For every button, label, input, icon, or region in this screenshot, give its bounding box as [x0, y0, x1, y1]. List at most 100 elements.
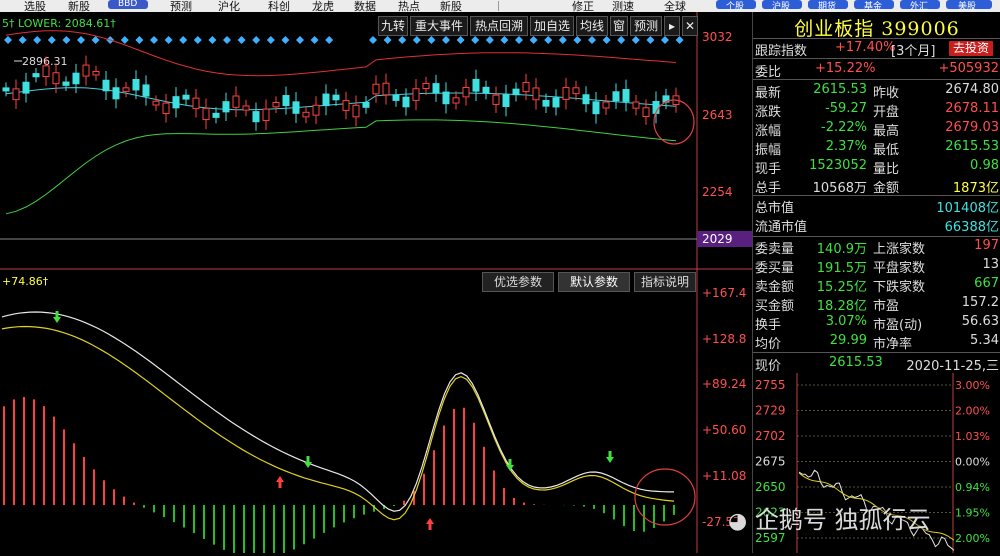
candle-body — [622, 89, 630, 102]
toolbar-item-global[interactable]: 全球 — [664, 0, 686, 12]
quote-label: 涨幅 — [755, 124, 782, 139]
candle-body — [542, 99, 550, 107]
toolbar-item-kechuang[interactable]: 科创 — [268, 0, 290, 12]
toolbar-item-new-stock[interactable]: 新股 — [68, 0, 90, 12]
toolbar-item-hot[interactable]: 热点 — [398, 0, 420, 12]
sub-axis-label-4: +11.08 — [702, 469, 746, 483]
watermark: ◕ 企鹅号 独孤行云 — [728, 500, 1000, 540]
stats-value: 15.25亿 — [816, 280, 867, 295]
toolbar-item-funds[interactable]: 基金 — [864, 0, 882, 12]
tracking-period[interactable]: [3个月] — [891, 40, 935, 59]
toolbar-item-forex[interactable]: 外汇 — [910, 0, 928, 12]
quote-value: 0.98 — [970, 158, 999, 173]
signal-diamond — [296, 36, 304, 44]
quote-row: 涨幅 -2.22% 最高 2679.03 — [753, 120, 1000, 139]
toolbar-item-forecast[interactable]: 预测 — [170, 0, 192, 12]
axis-label-3032: 3032 — [702, 30, 733, 44]
candle-body — [2, 87, 10, 92]
signal-diamond — [369, 36, 377, 44]
tool-button-window[interactable]: 窗 — [610, 16, 628, 36]
quote-value: 10568万 — [812, 181, 867, 196]
candle-body — [442, 91, 450, 105]
mini-right-label: 0.00% — [955, 456, 990, 469]
quote-value: 2678.11 — [945, 101, 999, 116]
toolbar-item-fix[interactable]: 修正 — [572, 0, 594, 12]
stats-row: 委卖量 140.9万 上涨家数 197 — [753, 238, 1000, 257]
stats-label: 市盈 — [873, 299, 900, 314]
tool-button-add-watch[interactable]: 加自选 — [530, 16, 574, 36]
quote-value: 1873亿 — [952, 181, 999, 196]
invest-button[interactable]: 去投资 — [949, 41, 994, 56]
param-button-optimal[interactable]: 优选参数 — [482, 272, 554, 292]
divider — [753, 38, 1000, 39]
tool-button-hot-review[interactable]: 热点回溯 — [470, 16, 528, 36]
stats-value: 5.34 — [970, 333, 999, 348]
float-mktcap-label: 流通市值 — [755, 220, 808, 235]
toolbar-item-stocks[interactable]: 个股 — [726, 0, 744, 12]
quote-row: 现手 1523052 量比 0.98 — [753, 158, 1000, 177]
signal-diamond — [456, 36, 465, 44]
tracking-value: +17.40% — [835, 40, 896, 55]
toolbar-item-us[interactable]: 美股 — [958, 0, 976, 12]
weibi-row: 委比 +15.22% +505932 — [753, 61, 1000, 80]
tool-button-jiuzhuan[interactable]: 九转 — [378, 16, 408, 36]
quote-label: 振幅 — [755, 143, 782, 158]
mini-left-label: 2675 — [755, 455, 786, 469]
signal-diamond — [427, 36, 436, 44]
stats-label: 上涨家数 — [873, 242, 926, 257]
mini-right-label: 3.00% — [955, 379, 990, 392]
toolbar-item-speed[interactable]: 测速 — [612, 0, 634, 12]
top-toolbar: 选股 新股 BBD 预测 沪化 科创 龙虎 数据 热点 新股 修正 测速 全球 … — [0, 0, 1000, 12]
stats-row: 均价 29.99 市净率 5.34 — [753, 333, 1000, 352]
toolbar-item-hu[interactable]: 沪化 — [218, 0, 240, 12]
candle-body — [482, 86, 490, 94]
play-icon[interactable]: ▸ — [664, 16, 680, 36]
divider — [753, 352, 1000, 353]
candle-body — [372, 83, 380, 95]
signal-diamond — [18, 36, 27, 44]
quote-row: 振幅 2.37% 最低 2615.53 — [753, 139, 1000, 158]
toolbar-item-stock-picker[interactable]: 选股 — [24, 0, 46, 12]
quote-label: 最高 — [873, 124, 900, 139]
indicator-label: 5† LOWER: 2084.61† — [2, 17, 116, 30]
divider — [753, 79, 1000, 80]
tool-button-major-events[interactable]: 重大事件 — [410, 16, 468, 36]
stats-value: 13 — [982, 257, 999, 272]
tool-button-forecast[interactable]: 预测 — [630, 16, 662, 36]
quote-value: 2615.53 — [945, 139, 999, 154]
toolbar-item-bbd[interactable]: BBD — [118, 0, 137, 9]
toolbar-item-newstock2[interactable]: 新股 — [440, 0, 462, 12]
candle-body — [642, 107, 650, 117]
param-button-default[interactable]: 默认参数 — [558, 272, 630, 292]
divider — [753, 236, 1000, 237]
candle-body — [382, 82, 390, 96]
candle-body — [212, 112, 220, 118]
sub-axis-label-1: +128.8 — [702, 332, 746, 346]
signal-diamond — [179, 36, 188, 44]
candle-body — [472, 78, 480, 92]
signal-diamond — [661, 36, 669, 44]
toolbar-item-data[interactable]: 数据 — [354, 0, 376, 12]
toolbar-item-longhu[interactable]: 龙虎 — [312, 0, 334, 12]
quote-label: 最低 — [873, 143, 900, 158]
candle-body — [82, 64, 90, 77]
stats-label: 卖金额 — [755, 280, 795, 295]
tool-button-ma[interactable]: 均线 — [576, 16, 608, 36]
candle-body — [402, 96, 410, 108]
toolbar-item-futures[interactable]: 期货 — [818, 0, 836, 12]
close-icon[interactable]: ✕ — [682, 16, 698, 36]
mini-left-label: 2650 — [755, 480, 786, 494]
quote-label: 总手 — [755, 181, 782, 196]
candle-body — [72, 72, 80, 85]
toolbar-item-hk[interactable]: 沪股 — [772, 0, 790, 12]
divider — [753, 195, 1000, 196]
candle-body — [12, 88, 20, 101]
signal-diamond — [325, 36, 334, 44]
param-button-help[interactable]: 指标说明 — [634, 272, 696, 292]
signal-diamond — [529, 36, 538, 44]
mktcap-value: 101408亿 — [936, 201, 999, 216]
quote-value: -2.22% — [821, 120, 867, 135]
candle-body — [332, 94, 340, 101]
candle-body — [192, 97, 200, 109]
signal-diamond — [150, 36, 158, 44]
